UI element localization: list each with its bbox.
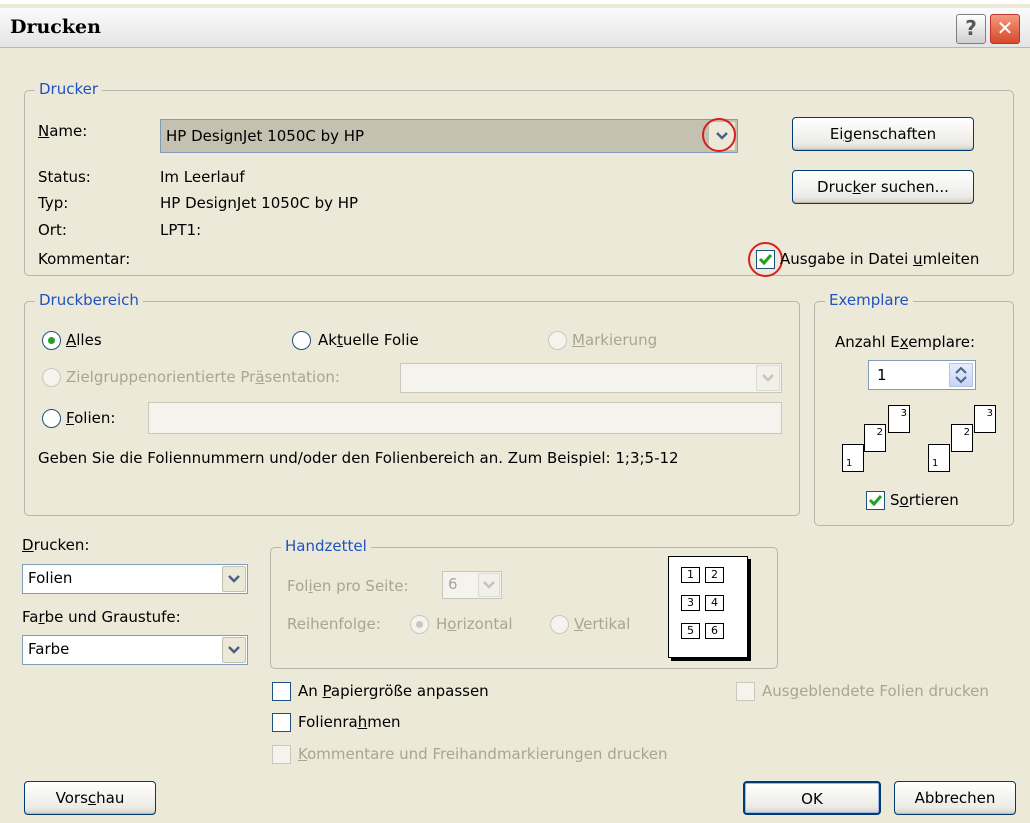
comments-checkbox[interactable] [272, 745, 291, 764]
chevron-down-icon[interactable] [756, 365, 780, 391]
custom-show-select[interactable] [400, 363, 782, 393]
order-horizontal-label: Horizontal [436, 615, 513, 633]
cancel-button[interactable]: Abbrechen [894, 781, 1016, 815]
handout-cell: 4 [705, 595, 724, 611]
order-vertical-radio[interactable] [550, 615, 569, 634]
collate-checkbox[interactable] [866, 491, 885, 510]
printer-legend: Drucker [35, 80, 103, 98]
checkmark-icon [868, 495, 883, 507]
range-current-radio[interactable] [292, 331, 311, 350]
handout-preview: 1 2 3 4 5 6 [668, 556, 748, 658]
frame-slides-label: Folienrahmen [298, 713, 401, 731]
range-selection-label: Markierung [572, 331, 658, 349]
copies-count-value: 1 [877, 366, 887, 384]
title-bar: Drucken ? ✕ [0, 8, 1030, 48]
handouts-legend: Handzettel [281, 537, 371, 555]
handout-cell: 2 [705, 567, 724, 583]
hidden-slides-checkbox[interactable] [736, 682, 755, 701]
frame-slides-checkbox[interactable] [272, 713, 291, 732]
type-label: Typ: [38, 194, 69, 212]
type-value: HP DesignJet 1050C by HP [160, 194, 359, 212]
printer-name-select[interactable]: HP DesignJet 1050C by HP [160, 119, 738, 153]
collate-label: Sortieren [890, 491, 959, 509]
slides-per-page-label: Folien pro Seite: [287, 577, 409, 595]
collate-page: 3 [974, 405, 996, 433]
range-all-label: Alles [66, 331, 102, 349]
location-label: Ort: [38, 221, 67, 239]
comment-label: Kommentar: [38, 250, 131, 268]
collate-page: 1 [928, 444, 950, 472]
range-slides-label: Folien: [66, 409, 116, 427]
preview-button[interactable]: Vorschau [24, 781, 156, 815]
range-legend: Druckbereich [35, 291, 143, 309]
collate-page: 2 [951, 424, 973, 452]
comments-label: Kommentare und Freihandmarkierungen druc… [298, 745, 668, 763]
order-horizontal-radio[interactable] [410, 615, 429, 634]
chevron-down-icon[interactable] [222, 637, 246, 663]
close-button[interactable]: ✕ [990, 14, 1020, 44]
print-dialog: Drucken ? ✕ Drucker Name: HP DesignJet 1… [0, 0, 1030, 823]
collate-page: 3 [888, 405, 910, 433]
collate-page: 1 [842, 444, 864, 472]
help-button[interactable]: ? [956, 14, 986, 44]
order-label: Reihenfolge: [287, 615, 381, 633]
copies-count-input[interactable]: 1 [868, 360, 976, 390]
range-current-label: Aktuelle Folie [318, 331, 419, 349]
chevron-down-icon[interactable] [222, 566, 246, 592]
slides-per-page-select[interactable]: 6 [442, 571, 502, 599]
range-selection-radio[interactable] [548, 331, 567, 350]
print-to-file-label: Ausgabe in Datei umleiten [780, 250, 980, 268]
order-vertical-label: Vertikal [574, 615, 631, 633]
spin-arrows-icon[interactable] [949, 363, 973, 387]
find-printer-button[interactable]: Drucker suchen... [792, 170, 974, 204]
copies-legend: Exemplare [825, 291, 913, 309]
slides-input[interactable] [148, 402, 782, 434]
handout-cell: 1 [681, 567, 700, 583]
hidden-slides-label: Ausgeblendete Folien drucken [762, 682, 989, 700]
printer-name-label: Name: [38, 122, 88, 140]
print-what-label: Drucken: [22, 536, 90, 554]
custom-show-label: Zielgruppenorientierte Präsentation: [66, 368, 340, 386]
properties-button[interactable]: Eigenschaften [792, 117, 974, 151]
range-all-radio[interactable] [42, 331, 61, 350]
handout-cell: 5 [681, 623, 700, 639]
print-what-select[interactable]: Folien [22, 564, 248, 594]
highlight-ring [748, 242, 783, 277]
color-label: Farbe und Graustufe: [22, 608, 181, 626]
color-select[interactable]: Farbe [22, 635, 248, 665]
highlight-ring [702, 118, 736, 152]
range-slides-radio[interactable] [42, 409, 61, 428]
color-value: Farbe [28, 640, 70, 658]
collate-page: 2 [864, 424, 886, 452]
dialog-title: Drucken [10, 16, 101, 38]
handout-cell: 3 [681, 595, 700, 611]
range-hint: Geben Sie die Foliennummern und/oder den… [38, 449, 679, 467]
custom-show-radio[interactable] [42, 368, 61, 387]
handout-cell: 6 [705, 623, 724, 639]
fit-to-paper-checkbox[interactable] [272, 682, 291, 701]
slides-per-page-value: 6 [448, 575, 458, 593]
status-value: Im Leerlauf [160, 168, 245, 186]
chevron-down-icon[interactable] [478, 573, 500, 597]
printer-name-value: HP DesignJet 1050C by HP [166, 127, 365, 145]
fit-to-paper-label: An Papiergröße anpassen [298, 682, 489, 700]
print-what-value: Folien [28, 569, 73, 587]
status-label: Status: [38, 168, 91, 186]
location-value: LPT1: [160, 221, 202, 239]
copies-count-label: Anzahl Exemplare: [835, 333, 976, 351]
ok-button[interactable]: OK [743, 781, 881, 815]
